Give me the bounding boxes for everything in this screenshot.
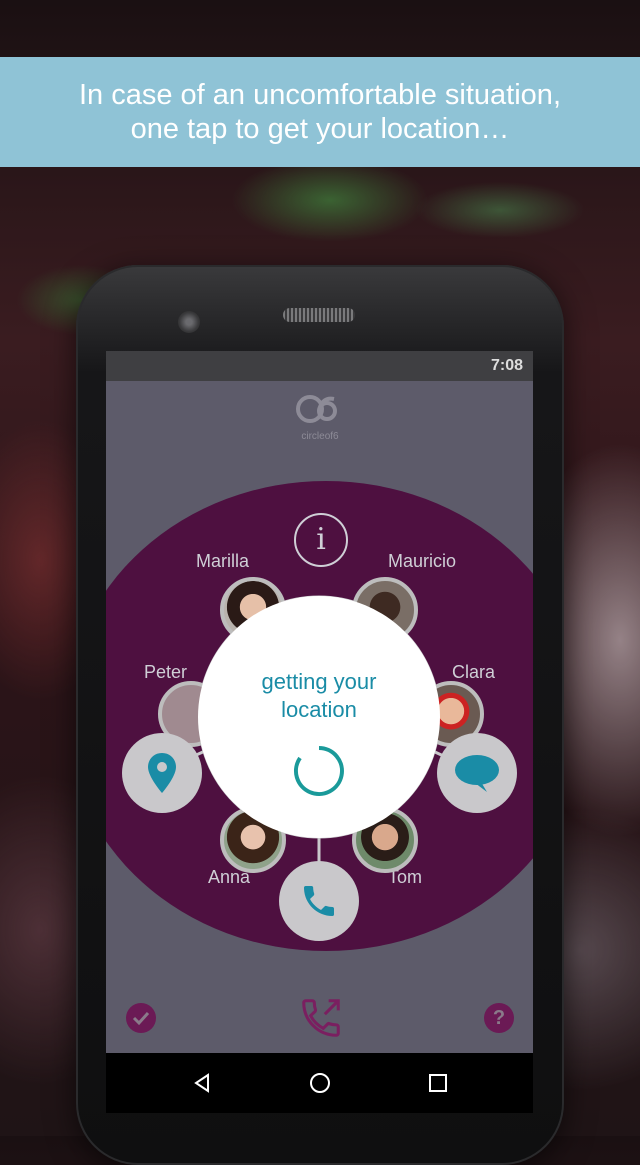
- speaker-grille: [283, 308, 355, 322]
- phone-icon: [304, 886, 334, 916]
- chat-bubble-icon: [455, 755, 499, 792]
- android-nav-bar: [106, 1053, 533, 1113]
- front-camera: [178, 311, 200, 333]
- contact-name-clara: Clara: [452, 662, 496, 682]
- popup-status-text: getting your location: [261, 669, 377, 722]
- help-icon[interactable]: ?: [484, 1003, 514, 1033]
- map-pin-icon: [148, 753, 176, 793]
- message-button[interactable]: [437, 733, 517, 813]
- contact-name-marilla: Marilla: [196, 551, 250, 571]
- back-icon[interactable]: [190, 1071, 214, 1095]
- outgoing-call-icon[interactable]: [298, 995, 344, 1046]
- contact-name-peter: Peter: [144, 662, 188, 682]
- banner-line-2: one tap to get your location…: [130, 113, 510, 145]
- promo-banner: In case of an uncomfortable situation, o…: [0, 57, 640, 167]
- phone-screen: 7:08 circleof6 i Marilla Mauricio Peter …: [106, 351, 533, 1113]
- location-popup: getting your location: [198, 596, 440, 838]
- contact-name-mauricio: Mauricio: [388, 551, 457, 571]
- location-button[interactable]: [122, 733, 202, 813]
- loading-spinner-icon: [294, 746, 344, 796]
- recents-icon[interactable]: [426, 1071, 450, 1095]
- check-icon[interactable]: [126, 1003, 156, 1033]
- phone-frame: 7:08 circleof6 i Marilla Mauricio Peter …: [76, 265, 564, 1165]
- banner-line-1: In case of an uncomfortable situation,: [78, 79, 561, 111]
- call-button[interactable]: [279, 861, 359, 941]
- home-icon[interactable]: [308, 1071, 332, 1095]
